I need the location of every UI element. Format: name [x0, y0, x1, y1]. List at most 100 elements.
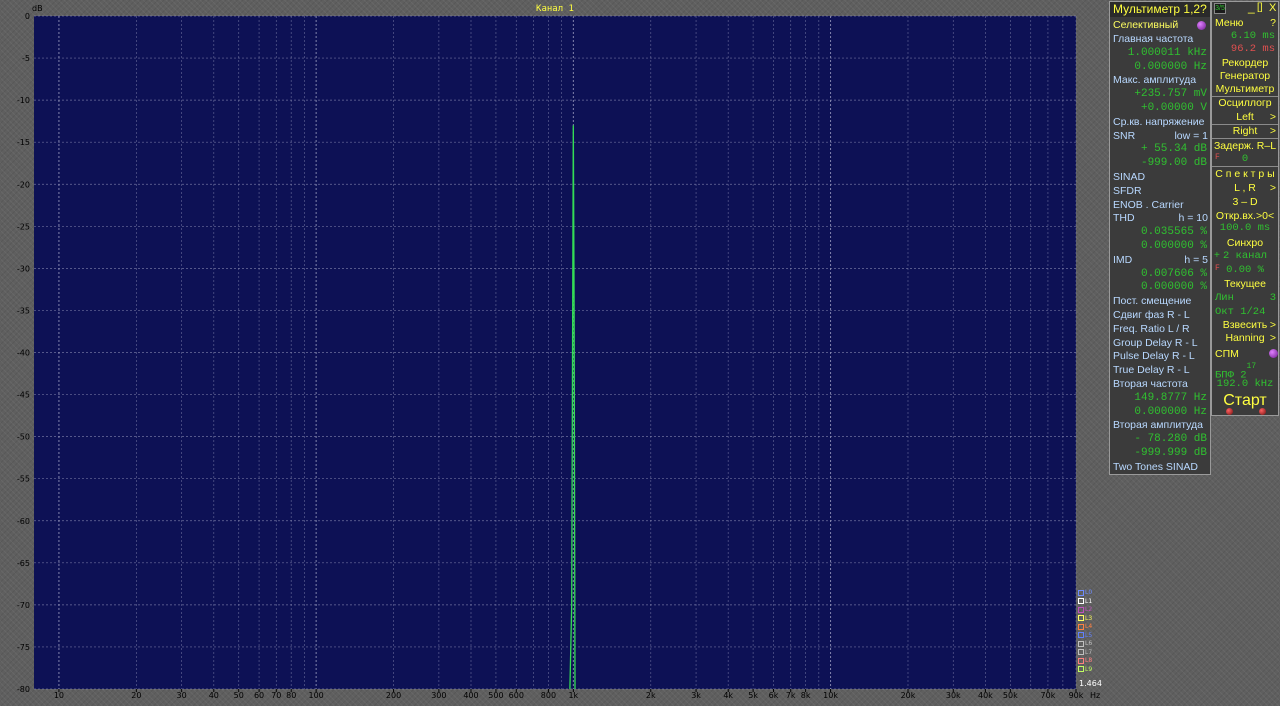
multimeter-label-text: Главная частота	[1113, 33, 1194, 45]
x-tick-label: 8k	[801, 691, 811, 700]
sample-rate[interactable]: 192.0 kHz	[1212, 378, 1278, 391]
legend-box-icon[interactable]	[1078, 649, 1084, 655]
maximize-icon[interactable]: []	[1257, 2, 1263, 13]
multimeter-label[interactable]: Макс. амплитуда	[1113, 73, 1210, 87]
legend-box-icon[interactable]	[1078, 657, 1084, 664]
lin-value: 3	[1269, 292, 1276, 304]
multimeter-label[interactable]: Two Tones SINAD	[1113, 460, 1210, 474]
start-button[interactable]: Старт	[1212, 392, 1278, 410]
menu-button[interactable]: Меню?	[1212, 17, 1278, 30]
generator-button[interactable]: Генератор	[1212, 70, 1278, 83]
current-button[interactable]: Текущее	[1212, 278, 1278, 291]
multimeter-label[interactable]: SINAD	[1113, 170, 1210, 184]
control-panel: 3/5 _ [] X Меню? 6.10 ms 96.2 ms Рекорде…	[1211, 1, 1279, 416]
legend-item[interactable]: L7	[1078, 649, 1096, 658]
y-tick-label: -45	[17, 391, 30, 400]
legend-box-icon[interactable]	[1078, 666, 1084, 672]
y-tick-label: -30	[17, 264, 30, 273]
spectra-lr-button[interactable]: L , R >	[1212, 182, 1278, 195]
legend-box-icon[interactable]	[1078, 598, 1084, 604]
x-tick-label: 4k	[723, 691, 733, 700]
y-tick-label: -55	[17, 475, 30, 484]
divider	[1212, 138, 1278, 139]
multimeter-label-text: Пост. смещение	[1113, 295, 1192, 308]
mode-selective[interactable]: Селективный	[1113, 18, 1210, 32]
spm-indicator-icon[interactable]	[1269, 349, 1278, 358]
spectrum-display[interactable]: Канал 1 dB 0 -5 -10 -15 -20 -25 -30 -35 -40 -45 -5…	[0, 0, 1108, 706]
sync-channel[interactable]: 2 канал	[1212, 250, 1278, 263]
app-icon[interactable]: 3/5	[1214, 3, 1226, 14]
legend-item[interactable]: L6	[1078, 640, 1096, 649]
legend-item[interactable]: L9	[1078, 666, 1096, 675]
legend-box-icon[interactable]	[1078, 623, 1084, 630]
octave-button[interactable]: Окт 1/24	[1212, 306, 1278, 319]
multimeter-label[interactable]: Pulse Delay R - L	[1113, 349, 1210, 363]
window-label: Hanning	[1225, 332, 1265, 344]
divider	[1212, 166, 1278, 167]
legend-label: L5	[1085, 631, 1093, 639]
legend-item[interactable]: L5	[1078, 632, 1096, 641]
legend-item[interactable]: L2	[1078, 606, 1096, 615]
weigh-button[interactable]: Взвесить >	[1212, 319, 1278, 332]
legend-item[interactable]: L4	[1078, 623, 1096, 632]
x-tick-label: 10	[54, 691, 64, 700]
multimeter-label[interactable]: SFDR	[1113, 184, 1210, 198]
multimeter-label-text: Вторая амплитуда	[1113, 419, 1203, 432]
help-icon[interactable]: ?	[1270, 17, 1276, 30]
y-tick-label: -5	[22, 54, 30, 63]
legend-box-icon[interactable]	[1078, 606, 1084, 613]
legend-item[interactable]: L8	[1078, 657, 1096, 666]
legend-box-icon[interactable]	[1078, 632, 1084, 638]
multimeter-value: 0.007606 %	[1140, 267, 1207, 280]
x-tick-label: 30k	[946, 691, 961, 700]
x-tick-label: 40k	[978, 691, 993, 700]
legend-box-icon[interactable]	[1078, 615, 1084, 621]
multimeter-label[interactable]: Freq. Ratio L / R	[1113, 322, 1210, 336]
multimeter-label[interactable]: Group Delay R - L	[1113, 336, 1210, 350]
legend-item[interactable]: L3	[1078, 615, 1096, 624]
multimeter-label[interactable]: SNR low = 1	[1113, 129, 1210, 143]
multimeter-label[interactable]: Главная частота	[1113, 32, 1210, 46]
oscilloscope-button[interactable]: Осциллогр	[1212, 97, 1278, 110]
legend-box-icon[interactable]	[1078, 640, 1084, 647]
y-tick-label: -75	[17, 643, 30, 652]
y-tick-label: -65	[17, 559, 30, 568]
y-tick-label: -25	[17, 222, 30, 231]
spectrum-chart[interactable]: Канал 1 dB 0 -5 -10 -15 -20 -25 -30 -35 -40 -45 -5…	[0, 0, 1108, 706]
3d-button[interactable]: 3 – D	[1212, 196, 1278, 209]
multimeter-label[interactable]: ENOB . Carrier	[1113, 198, 1210, 212]
fft-exponent: 17	[1246, 362, 1257, 371]
x-tick-label: 100	[308, 691, 323, 700]
multimeter-label[interactable]: True Delay R - L	[1113, 363, 1210, 377]
window-button[interactable]: Hanning >	[1212, 332, 1278, 345]
multimeter-label[interactable]: IMD h = 5	[1113, 253, 1210, 267]
lin-button[interactable]: Лин 3	[1212, 292, 1278, 305]
legend-item[interactable]: L1	[1078, 598, 1096, 607]
minimize-icon[interactable]: _	[1248, 2, 1255, 14]
delay-button[interactable]: Задерж. R–L	[1212, 140, 1278, 153]
recorder-button[interactable]: Рекордер	[1212, 57, 1278, 70]
legend-box-icon[interactable]	[1078, 589, 1084, 596]
legend-item[interactable]: L0	[1078, 589, 1096, 598]
multimeter-button[interactable]: Мультиметр	[1212, 83, 1278, 96]
close-icon[interactable]: X	[1269, 2, 1276, 14]
spectra-button[interactable]: С п е к т р ы	[1212, 168, 1278, 181]
delay-value[interactable]: 0	[1212, 153, 1278, 166]
sync-button[interactable]: Синхро	[1212, 237, 1278, 250]
legend-label: L9	[1085, 665, 1093, 673]
multimeter-label[interactable]: Ср.кв. напряжение	[1113, 115, 1210, 129]
multimeter-label[interactable]: Сдвиг фаз R - L	[1113, 308, 1210, 322]
multimeter-label[interactable]: Пост. смещение	[1113, 294, 1210, 308]
multimeter-label[interactable]: THD h = 10	[1113, 211, 1210, 225]
left-channel-button[interactable]: Left >	[1212, 111, 1278, 124]
mode-indicator-icon[interactable]	[1197, 21, 1206, 30]
multimeter-label-extra: low = 1	[1174, 129, 1208, 142]
spm-button[interactable]: СПМ	[1212, 348, 1278, 361]
right-channel-button[interactable]: Right >	[1212, 125, 1278, 138]
menu-label: Меню	[1215, 17, 1244, 29]
fft-button[interactable]: БПФ 217	[1212, 362, 1278, 382]
multimeter-title[interactable]: Мультиметр 1,2?	[1110, 2, 1210, 17]
multimeter-label[interactable]: Вторая частота	[1113, 377, 1210, 391]
sync-percent[interactable]: 0.00 %	[1212, 264, 1278, 277]
multimeter-label[interactable]: Вторая амплитуда	[1113, 418, 1210, 432]
